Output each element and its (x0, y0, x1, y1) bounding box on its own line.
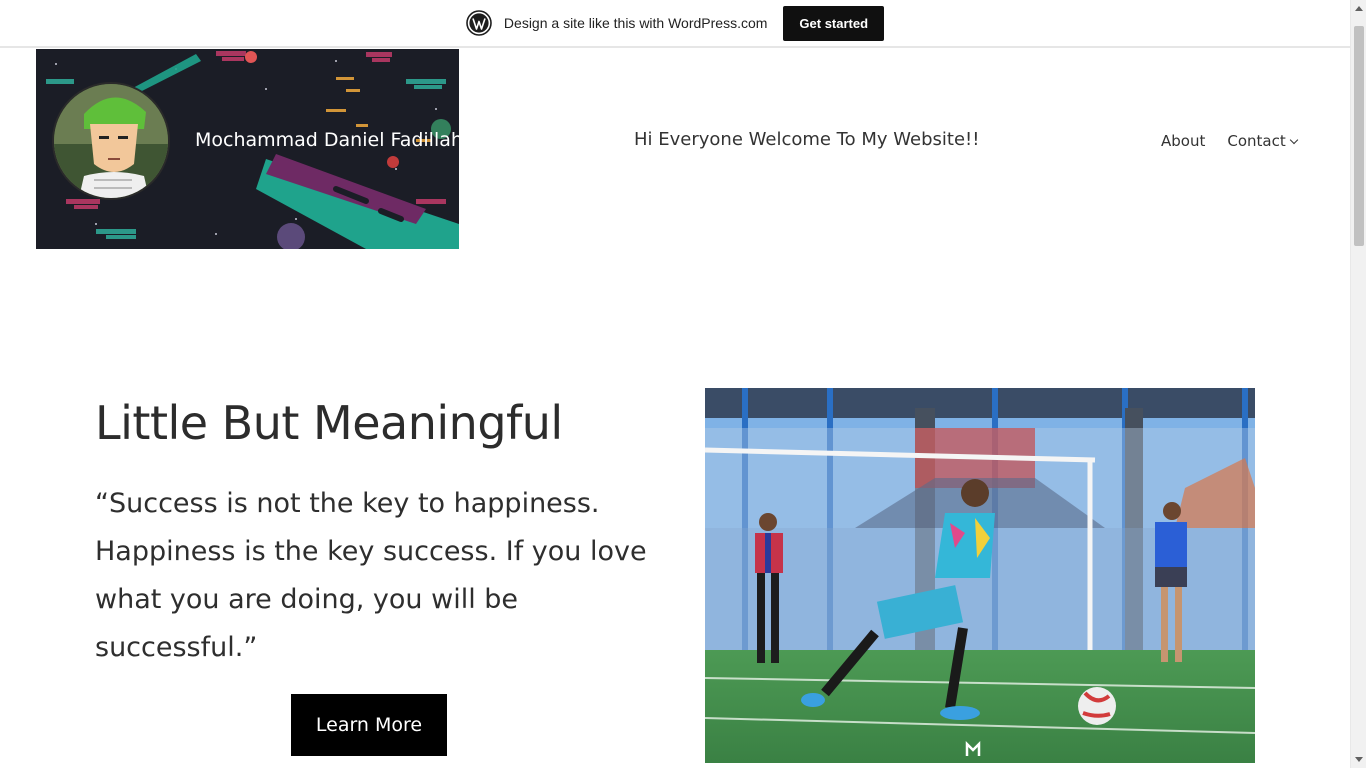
page-scrollbar[interactable] (1350, 0, 1366, 768)
nav-item-contact-label: Contact (1227, 132, 1286, 150)
wordpress-promo-bar: Design a site like this with WordPress.c… (0, 0, 1350, 48)
nav-item-about[interactable]: About (1161, 132, 1205, 150)
avatar-illustration (54, 84, 168, 198)
nav-item-contact[interactable]: Contact (1227, 132, 1298, 150)
chevron-down-icon (1289, 135, 1298, 145)
primary-navigation: About Contact (1161, 132, 1298, 150)
scroll-down-arrow-icon[interactable] (1355, 757, 1363, 762)
hero-title: Little But Meaningful (95, 396, 563, 450)
wordpress-logo-icon[interactable] (466, 10, 492, 36)
football-photo (705, 388, 1255, 763)
scrollbar-thumb[interactable] (1354, 26, 1364, 246)
football-scene-illustration (705, 388, 1255, 763)
wordpress-promo-text[interactable]: Design a site like this with WordPress.c… (504, 15, 768, 31)
get-started-button[interactable]: Get started (783, 5, 885, 41)
avatar[interactable] (52, 82, 170, 200)
learn-more-button[interactable]: Learn More (291, 694, 447, 756)
site-title[interactable]: Mochammad Daniel Fadillah (195, 129, 459, 151)
site-header-banner[interactable]: Mochammad Daniel Fadillah (36, 49, 459, 249)
site-tagline: Hi Everyone Welcome To My Website!! (634, 129, 980, 150)
scroll-up-arrow-icon[interactable] (1355, 6, 1363, 11)
hero-quote: “Success is not the key to happiness. Ha… (95, 488, 647, 663)
